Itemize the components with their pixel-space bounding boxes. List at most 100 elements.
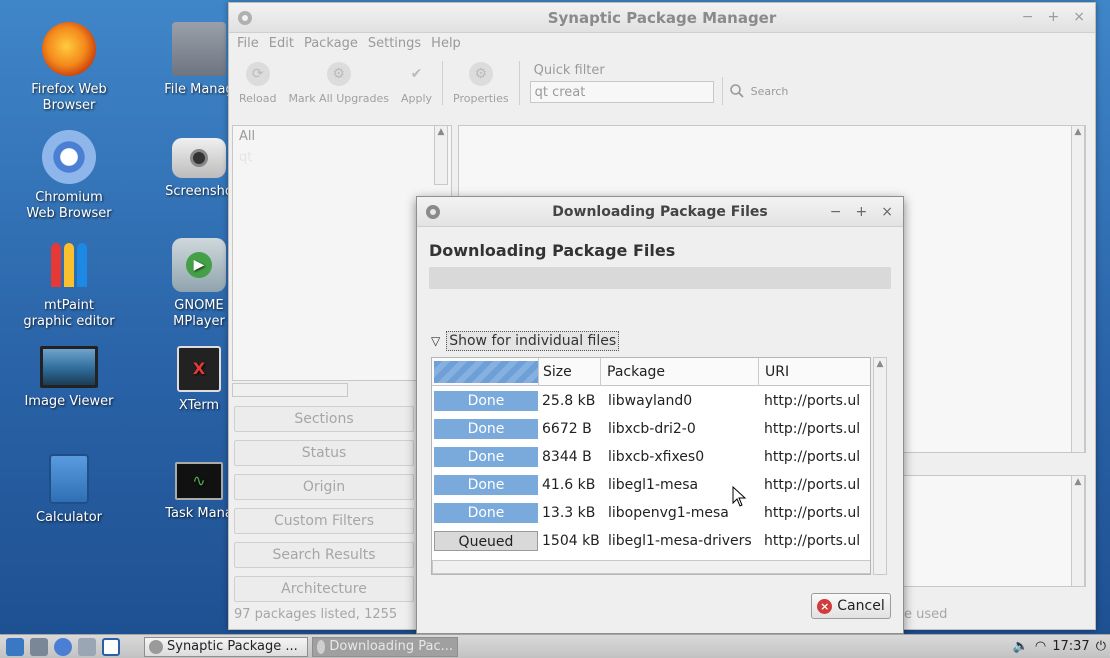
search-icon <box>729 84 744 98</box>
taskbar-task-synaptic[interactable]: Synaptic Package ... <box>144 636 308 657</box>
wifi-icon[interactable]: ◠ <box>1035 639 1046 654</box>
menu-file[interactable]: File <box>237 36 259 51</box>
column-header-progress[interactable] <box>434 361 538 383</box>
column-header-package[interactable]: Package <box>600 358 665 386</box>
window-switcher-icon[interactable] <box>78 637 96 656</box>
desktop-icon-mtpaint[interactable]: mtPaint graphic editor <box>14 238 124 330</box>
row-uri: http://ports.ul <box>764 449 861 465</box>
table-row[interactable]: Queued 1504 kB libegl1-mesa-drivers http://… <box>432 528 870 554</box>
row-uri: http://ports.ul <box>764 533 861 549</box>
row-status: Queued <box>434 531 538 551</box>
power-icon[interactable]: ⏻ <box>1096 639 1106 654</box>
status-bar-text-right: e used <box>904 607 948 622</box>
row-size: 13.3 kB <box>542 505 596 521</box>
row-uri: http://ports.ul <box>764 505 861 521</box>
desktop-icon-firefox[interactable]: Firefox Web Browser <box>14 22 124 114</box>
window-controls: − + × <box>1022 9 1085 25</box>
table-row[interactable]: Done 8344 B libxcb-xfixes0 http://ports.ul <box>432 444 870 470</box>
synaptic-task-icon <box>317 639 326 654</box>
scroll-up-icon: ▲ <box>1074 127 1082 137</box>
table-row[interactable]: Done 25.8 kB libwayland0 http://ports.ul <box>432 388 870 414</box>
dialog-heading: Downloading Package Files <box>429 241 676 260</box>
column-header-size[interactable]: Size <box>538 358 572 386</box>
menu-edit[interactable]: Edit <box>269 36 294 51</box>
minimize-button[interactable]: − <box>1022 9 1034 25</box>
reload-button[interactable]: ⟳ Reload <box>233 61 282 105</box>
gear-icon: ⚙ <box>326 61 351 86</box>
menu-package[interactable]: Package <box>304 36 358 51</box>
properties-button[interactable]: ⚙ Properties <box>447 61 515 105</box>
synaptic-task-icon <box>149 639 163 654</box>
table-header: Size Package URI <box>432 358 870 386</box>
column-header-uri[interactable]: URI <box>758 358 789 386</box>
cancel-icon: × <box>817 598 833 614</box>
maximize-button[interactable]: + <box>856 204 868 220</box>
filter-list-hscrollbar[interactable] <box>232 383 348 397</box>
scroll-up-icon: ▲ <box>876 359 884 369</box>
row-package: libopenvg1-mesa <box>608 505 729 521</box>
quick-filter: Quick filter <box>529 63 714 103</box>
sections-button[interactable]: Sections <box>234 406 414 432</box>
dialog-titlebar[interactable]: Downloading Package Files − + × <box>417 197 903 227</box>
desktop-icon-calculator[interactable]: Calculator <box>14 454 124 526</box>
table-row[interactable]: Done 13.3 kB libopenvg1-mesa http://ports.u… <box>432 500 870 526</box>
filter-list-scrollbar[interactable]: ▲ <box>434 125 448 185</box>
desktop-icon-image-viewer[interactable]: Image Viewer <box>14 346 124 410</box>
table-row[interactable]: Done 41.6 kB libegl1-mesa http://ports.ul <box>432 472 870 498</box>
system-tray: 🔈 ◠ 17:37 ⏻ <box>1013 639 1106 654</box>
window-titlebar[interactable]: Synaptic Package Manager − + × <box>229 3 1095 33</box>
row-size: 25.8 kB <box>542 393 596 409</box>
taskbar-task-downloading[interactable]: Downloading Pac... <box>312 636 458 657</box>
row-uri: http://ports.ul <box>764 393 861 409</box>
menu-help[interactable]: Help <box>431 36 461 51</box>
cancel-button[interactable]: × Cancel <box>811 593 891 619</box>
filter-item-qt[interactable]: qt <box>233 147 451 168</box>
status-button[interactable]: Status <box>234 440 414 466</box>
browser-launcher-icon[interactable] <box>54 637 72 656</box>
close-button[interactable]: × <box>881 204 893 220</box>
quick-filter-input[interactable] <box>529 81 714 103</box>
origin-button[interactable]: Origin <box>234 474 414 500</box>
desktop-icon-chromium[interactable]: Chromium Web Browser <box>14 130 124 222</box>
start-menu-icon[interactable] <box>6 637 24 656</box>
description-scrollbar[interactable]: ▲ <box>1071 475 1085 587</box>
table-vscrollbar[interactable]: ▲ <box>873 357 887 575</box>
chromium-icon <box>42 130 96 184</box>
architecture-button[interactable]: Architecture <box>234 576 414 602</box>
properties-icon: ⚙ <box>468 61 493 86</box>
task-label: Downloading Pac... <box>329 639 453 654</box>
desktop-icon-label: Chromium <box>35 190 103 205</box>
clock[interactable]: 17:37 <box>1052 639 1089 654</box>
show-desktop-icon[interactable] <box>102 637 120 656</box>
table-row[interactable]: Done 6672 B libxcb-dri2-0 http://ports.ul <box>432 416 870 442</box>
mark-all-upgrades-label: Mark All Upgrades <box>288 91 389 105</box>
show-individual-files-expander[interactable]: ▽ Show for individual files <box>431 331 620 351</box>
menu-settings[interactable]: Settings <box>368 36 421 51</box>
row-size: 6672 B <box>542 421 592 437</box>
apply-button[interactable]: ✔ Apply <box>395 62 438 105</box>
status-bar-text: 97 packages listed, 1255 <box>234 607 398 622</box>
maximize-button[interactable]: + <box>1048 9 1060 25</box>
custom-filters-button[interactable]: Custom Filters <box>234 508 414 534</box>
toolbar-separator <box>518 61 520 105</box>
desktop-icon-label: Image Viewer <box>24 394 114 409</box>
image-viewer-icon <box>40 346 98 388</box>
package-list-scrollbar[interactable]: ▲ <box>1071 125 1085 453</box>
desktop-icon-label: Browser <box>42 98 96 113</box>
minimize-button[interactable]: − <box>830 204 842 220</box>
expander-arrow-icon: ▽ <box>431 334 441 348</box>
expander-label: Show for individual files <box>446 331 620 351</box>
file-manager-launcher-icon[interactable] <box>30 637 48 656</box>
row-status: Done <box>434 503 538 523</box>
desktop-icon-label: mtPaint <box>44 298 94 313</box>
scroll-up-icon: ▲ <box>1074 477 1082 487</box>
volume-icon[interactable]: 🔈 <box>1013 639 1029 654</box>
filter-item-all[interactable]: All <box>233 126 451 147</box>
search-results-button[interactable]: Search Results <box>234 542 414 568</box>
search-button[interactable]: Search <box>721 77 795 105</box>
desktop-icon-label: Calculator <box>35 510 102 525</box>
window-title: Synaptic Package Manager <box>547 8 777 27</box>
close-button[interactable]: × <box>1073 9 1085 25</box>
table-hscrollbar[interactable] <box>432 560 870 574</box>
mark-all-upgrades-button[interactable]: ⚙ Mark All Upgrades <box>282 61 395 105</box>
